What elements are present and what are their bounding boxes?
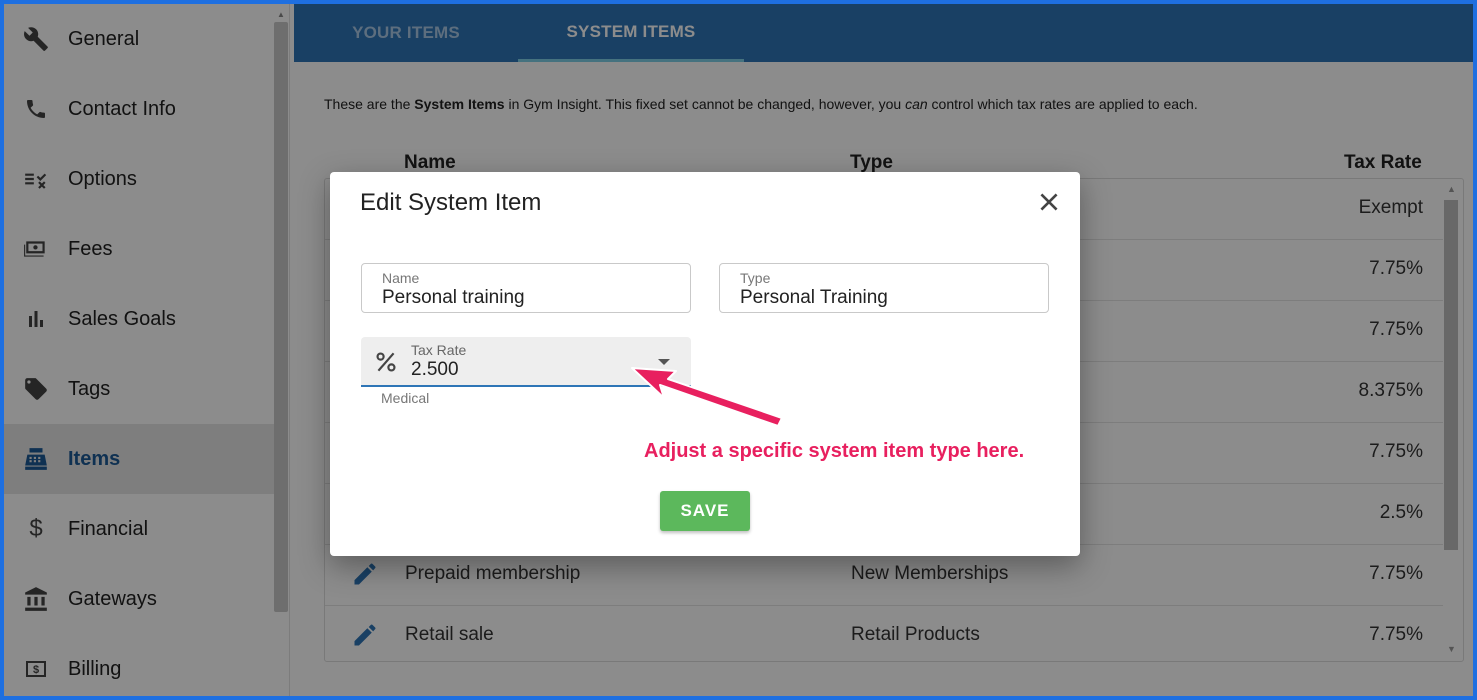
type-field: Type Personal Training (719, 263, 1049, 313)
save-button[interactable]: SAVE (660, 491, 750, 531)
name-field-value: Personal training (382, 287, 525, 308)
close-icon[interactable] (1036, 189, 1062, 215)
name-field: Name Personal training (361, 263, 691, 313)
type-field-label: Type (740, 270, 771, 286)
tax-rate-label: Tax Rate (411, 342, 467, 358)
dialog-title: Edit System Item (360, 189, 542, 216)
name-field-label: Name (382, 270, 420, 286)
type-field-value: Personal Training (740, 287, 888, 308)
annotation-arrow-icon (631, 367, 783, 427)
annotation-text: Adjust a specific system item type here. (644, 440, 1025, 462)
percent-icon (373, 349, 399, 375)
tax-rate-value: 2.500 (411, 359, 459, 380)
tax-rate-helper-text: Medical (381, 390, 430, 406)
